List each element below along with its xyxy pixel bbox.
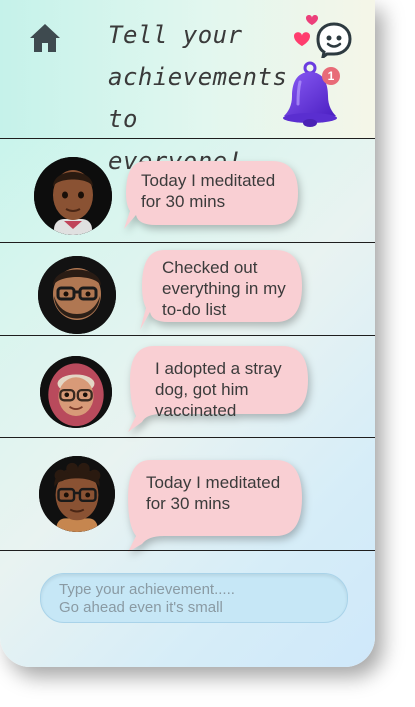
message-bubble: I adopted a stray dog, got him vaccinate… — [126, 342, 310, 434]
achievement-input-placeholder: Type your achievement..... Go ahead even… — [59, 581, 235, 616]
achievement-input[interactable]: Type your achievement..... Go ahead even… — [40, 573, 348, 623]
message-text: I adopted a stray dog, got him vaccinate… — [155, 359, 282, 420]
message-bubble: Today I meditated for 30 mins — [124, 456, 304, 556]
header: Tell your achievements to everyone! 1 — [0, 0, 375, 175]
notification-badge: 1 — [322, 67, 340, 85]
feed-item[interactable]: I adopted a stray dog, got him vaccinate… — [0, 336, 375, 437]
avatar-man-beard-glasses — [38, 256, 116, 334]
hearts-chat-icon[interactable] — [290, 12, 352, 58]
app-screen: Tell your achievements to everyone! 1 — [0, 0, 375, 667]
home-icon[interactable] — [28, 22, 62, 54]
message-text: Today I meditated for 30 mins — [141, 171, 276, 211]
avatar-man-braids — [34, 157, 112, 235]
feed-item[interactable]: Today I meditated for 30 mins — [0, 438, 375, 552]
feed-item[interactable]: Checked out everything in my to-do list — [0, 243, 375, 335]
message-bubble: Today I meditated for 30 mins — [122, 157, 300, 235]
avatar-woman-hijab-glasses — [40, 356, 112, 428]
avatar-man-curly-glasses — [39, 456, 115, 532]
message-text: Checked out everything in my to-do list — [162, 258, 286, 319]
message-text: Today I meditated for 30 mins — [146, 473, 281, 513]
divider — [0, 550, 375, 551]
message-bubble: Checked out everything in my to-do list — [138, 246, 304, 334]
feed-item[interactable]: Today I meditated for 30 mins — [0, 139, 375, 242]
